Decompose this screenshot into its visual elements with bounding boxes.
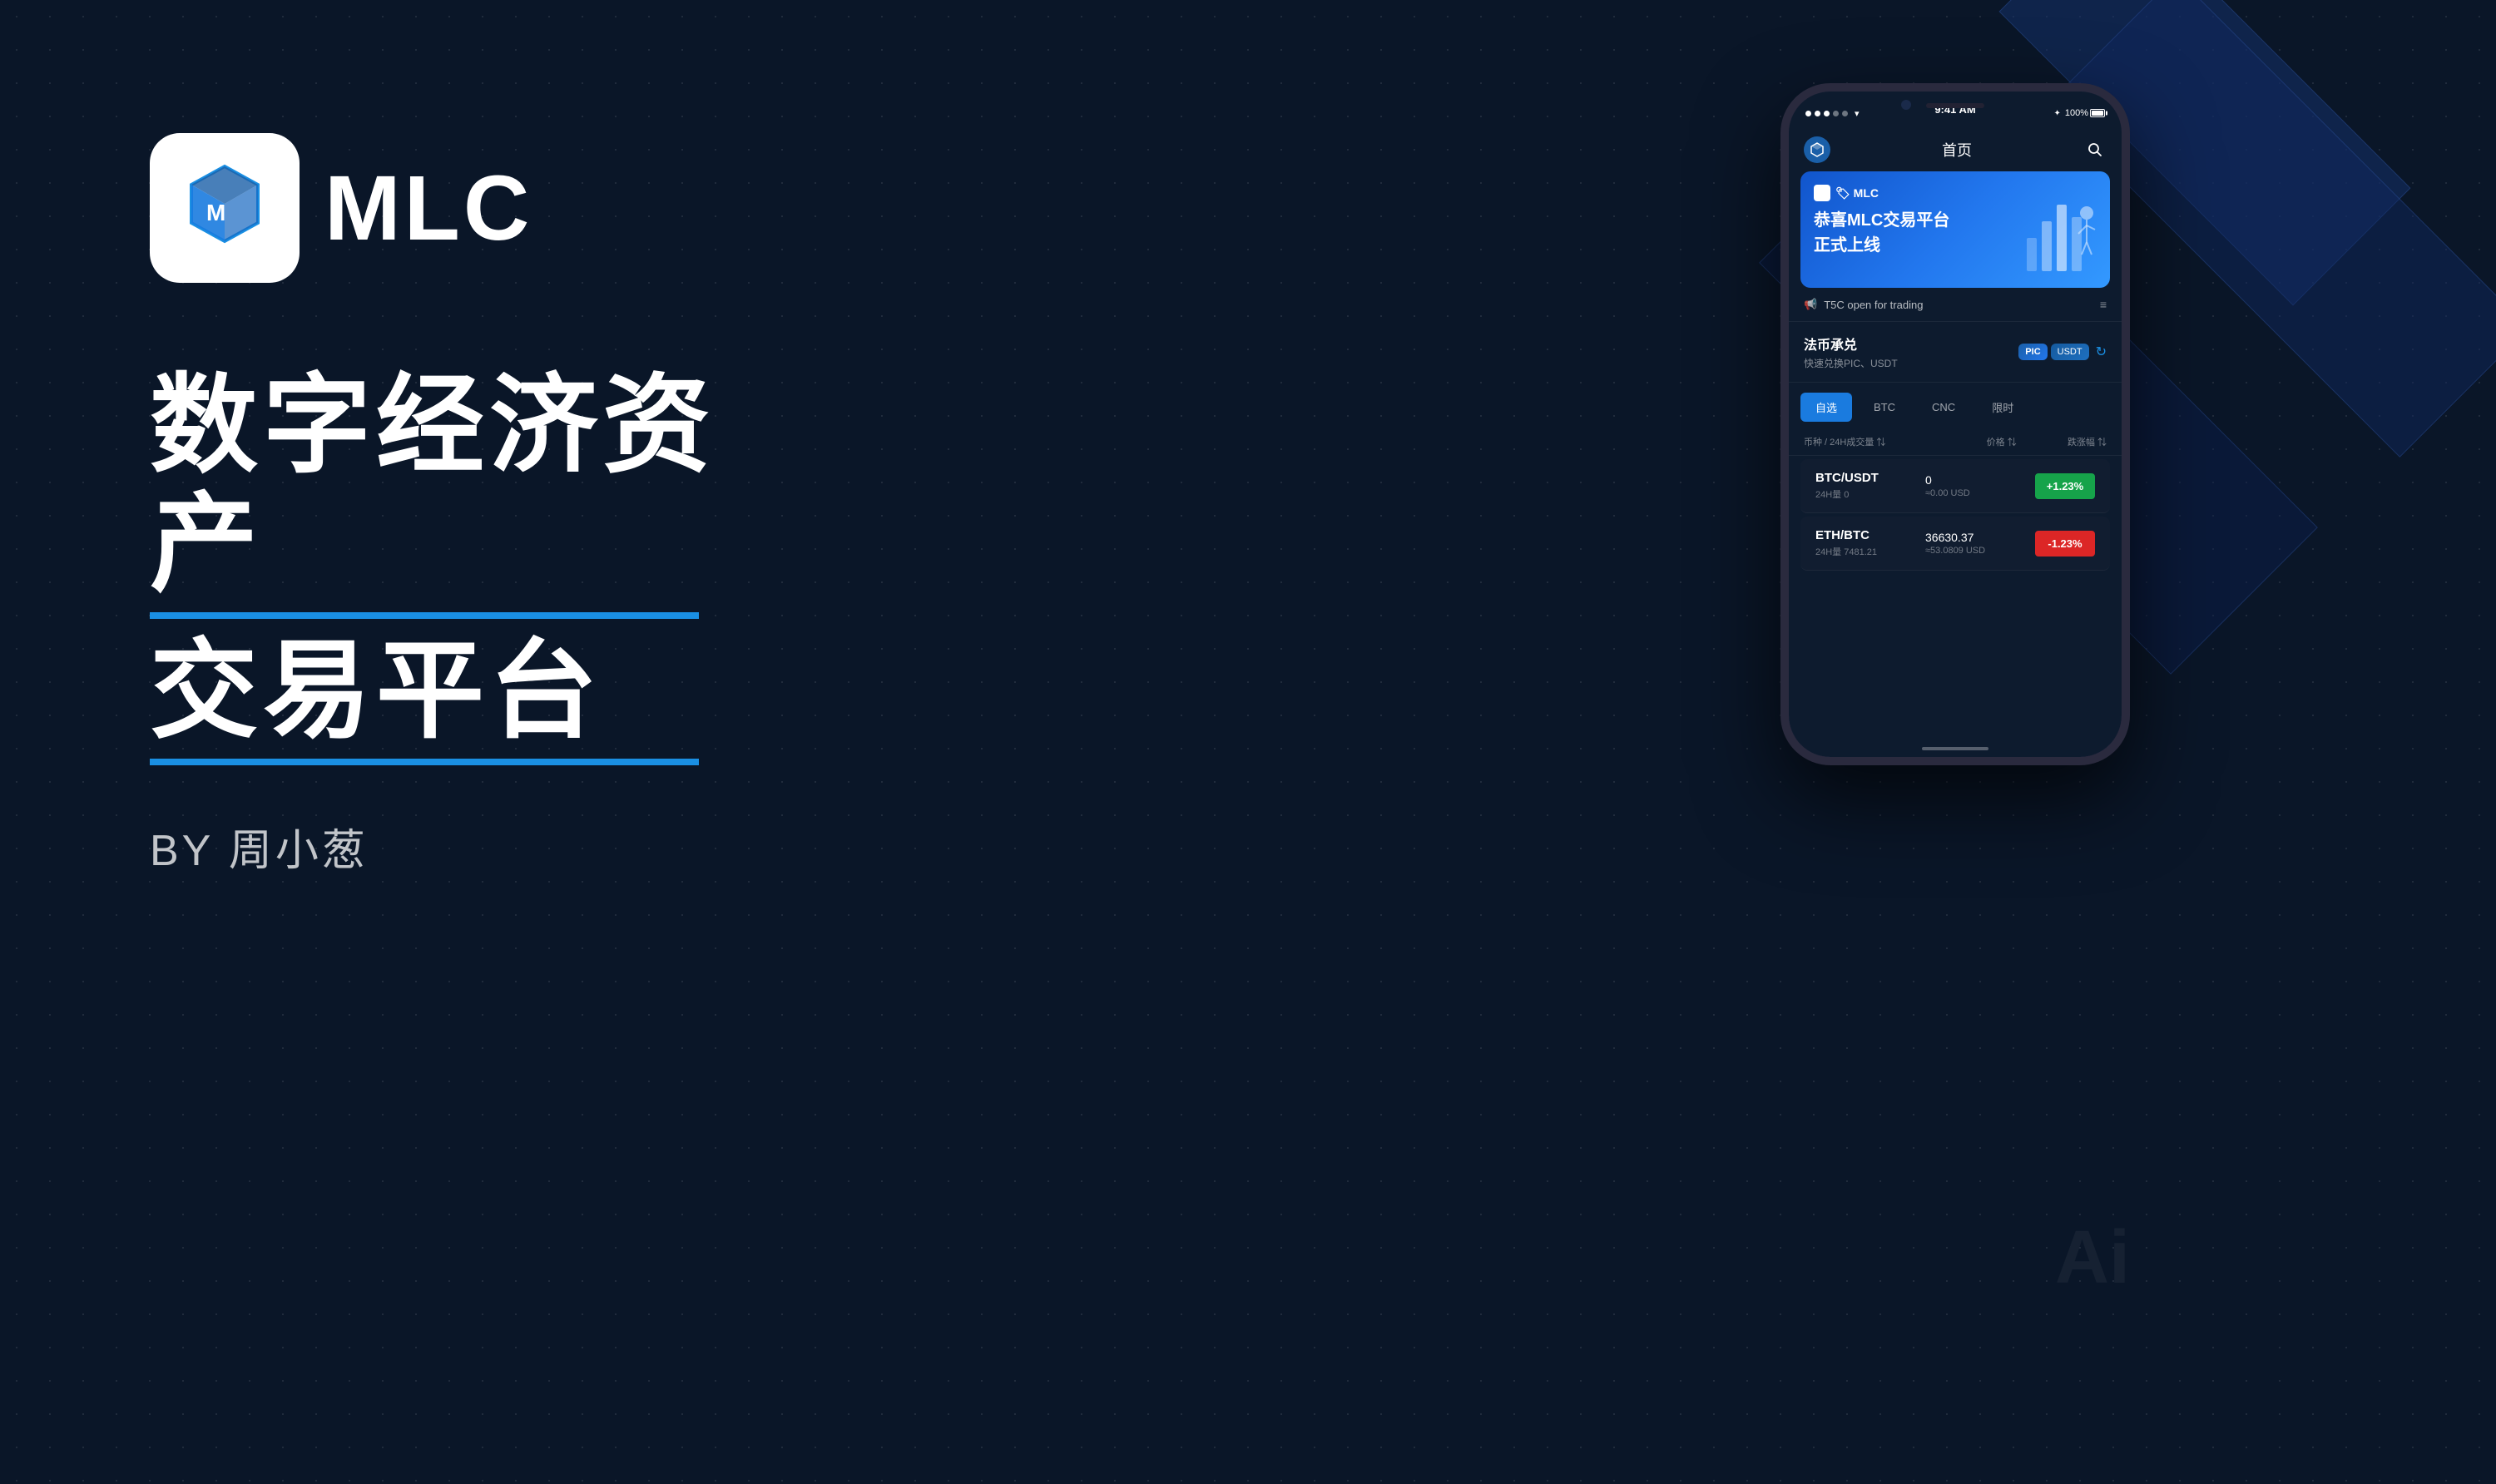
signal-dot-2 xyxy=(1815,111,1820,116)
banner-decoration xyxy=(2018,188,2102,288)
byline: BY 周小葱 xyxy=(150,815,732,878)
phone-mockup: ▾ 9:41 AM ✦ 100% xyxy=(1780,83,2180,765)
wifi-icon: ▾ xyxy=(1855,108,1860,119)
price-col-1: 0 ≈0.00 USD xyxy=(1925,473,2035,498)
home-banner[interactable]: 🏷 MLC 恭喜MLC交易平台 正式上线 xyxy=(1800,171,2110,288)
pair-name-1: BTC/USDT xyxy=(1815,471,1925,485)
app-logo-svg xyxy=(1809,141,1825,158)
pair-name-2: ETH/BTC xyxy=(1815,528,1925,542)
headline-underline1 xyxy=(150,612,699,619)
signal-dot-1 xyxy=(1805,111,1811,116)
menu-icon[interactable]: ≡ xyxy=(2100,298,2107,311)
app-header: 首页 xyxy=(1789,128,2122,171)
logo-box: M xyxy=(150,133,300,283)
notification-text: 📢 T5C open for trading xyxy=(1804,298,1923,311)
vol-value-2: 7481.21 xyxy=(1844,547,1877,557)
search-icon xyxy=(2087,142,2102,157)
header-price: 价格 ⇅ xyxy=(1935,435,2067,448)
pair-col-1: BTC/USDT 24H量 0 xyxy=(1815,471,1925,501)
price-main-1: 0 xyxy=(1925,473,2035,487)
phone-vol-down-button xyxy=(1780,314,1784,373)
price-main-2: 36630.37 xyxy=(1925,531,2035,544)
signal-dot-3 xyxy=(1824,111,1830,116)
signal-dot-5 xyxy=(1842,111,1848,116)
logo-text: MLC xyxy=(324,156,532,261)
search-button[interactable] xyxy=(2083,138,2107,161)
banner-brand-text: 🏷 MLC xyxy=(1835,186,1879,200)
fabi-right: PIC USDT ↻ xyxy=(2018,344,2107,360)
phone-silent-button xyxy=(1780,183,1784,225)
tab-xianshi[interactable]: 限时 xyxy=(1977,393,2028,422)
price-col-2: 36630.37 ≈53.0809 USD xyxy=(1925,531,2035,556)
phone-outer-shell: ▾ 9:41 AM ✦ 100% xyxy=(1780,83,2130,765)
price-usd-2: ≈53.0809 USD xyxy=(1925,546,2035,556)
pair-vol-2: 24H量 7481.21 xyxy=(1815,545,1925,558)
tab-zixuan[interactable]: 自选 xyxy=(1800,393,1852,422)
header-change: 跌涨幅 ⇅ xyxy=(2068,435,2107,448)
market-row-eth-btc[interactable]: ETH/BTC 24H量 7481.21 36630.37 ≈53.0809 U… xyxy=(1800,517,2110,571)
app-title: 首页 xyxy=(1942,139,1972,161)
status-bar: ▾ 9:41 AM ✦ 100% xyxy=(1789,92,2122,128)
ai-watermark: Ai xyxy=(2055,1215,2130,1301)
vol-label-1: 24H量 xyxy=(1815,490,1841,500)
battery-fill xyxy=(2092,111,2103,116)
status-right-area: ✦ 100% xyxy=(2053,108,2105,118)
usdt-badge: USDT xyxy=(2051,344,2089,360)
phone-vol-up-button xyxy=(1780,241,1784,299)
phone-screen: ▾ 9:41 AM ✦ 100% xyxy=(1789,92,2122,757)
vol-value-1: 0 xyxy=(1844,490,1849,500)
fabi-exchange-section[interactable]: 法币承兑 快速兑换PIC、USDT PIC USDT ↻ xyxy=(1789,322,2122,383)
svg-text:M: M xyxy=(206,200,225,225)
change-col-1: +1.23% xyxy=(2035,473,2095,499)
pair-vol-1: 24H量 0 xyxy=(1815,487,1925,501)
tab-btc[interactable]: BTC xyxy=(1859,393,1910,422)
phone-front-camera xyxy=(1901,100,1911,110)
left-content-area: M MLC 数字经济资产 交易平台 BY 周小葱 xyxy=(150,133,732,878)
market-row-btc-usdt[interactable]: BTC/USDT 24H量 0 0 ≈0.00 USD +1.23% xyxy=(1800,459,2110,513)
home-indicator xyxy=(1922,747,1988,750)
megaphone-icon: 📢 xyxy=(1804,298,1817,311)
market-table-header: 币种 / 24H成交量 ⇅ 价格 ⇅ 跌涨幅 ⇅ xyxy=(1789,428,2122,456)
market-tabs: 自选 BTC CNC 限时 xyxy=(1789,383,2122,428)
headline-underline2 xyxy=(150,759,699,765)
pic-badge: PIC xyxy=(2018,344,2047,360)
change-col-2: -1.23% xyxy=(2035,531,2095,556)
header-pair: 币种 / 24H成交量 ⇅ xyxy=(1804,435,1935,448)
logo-area: M MLC xyxy=(150,133,732,283)
battery-icon xyxy=(2090,109,2105,117)
banner-logo xyxy=(1814,185,1830,201)
app-logo-small[interactable] xyxy=(1804,136,1830,163)
price-usd-1: ≈0.00 USD xyxy=(1925,488,2035,498)
banner-illustration xyxy=(2018,188,2102,288)
notification-bar: 📢 T5C open for trading ≡ xyxy=(1789,288,2122,322)
bluetooth-icon: ✦ xyxy=(2053,109,2060,118)
phone-speaker xyxy=(1926,103,1984,108)
notification-content: T5C open for trading xyxy=(1824,299,1923,311)
signal-indicator: ▾ xyxy=(1805,108,1860,119)
fabi-title: 法币承兑 xyxy=(1804,334,1898,354)
battery-indicator: 100% xyxy=(2065,108,2105,118)
phone-power-button xyxy=(2127,208,2130,275)
fabi-left: 法币承兑 快速兑换PIC、USDT xyxy=(1804,334,1898,370)
headline-line2: 交易平台 xyxy=(150,631,732,750)
pair-col-2: ETH/BTC 24H量 7481.21 xyxy=(1815,528,1925,558)
tab-cnc[interactable]: CNC xyxy=(1917,393,1970,422)
exchange-icon: ↻ xyxy=(2096,344,2107,360)
headline-line1: 数字经济资产 xyxy=(150,366,732,604)
battery-percent: 100% xyxy=(2065,108,2088,118)
signal-dot-4 xyxy=(1833,111,1839,116)
vol-label-2: 24H量 xyxy=(1815,547,1841,557)
mlc-logo-icon: M xyxy=(175,158,275,258)
fabi-subtitle: 快速兑换PIC、USDT xyxy=(1804,356,1898,370)
headline-area: 数字经济资产 交易平台 xyxy=(150,366,732,765)
